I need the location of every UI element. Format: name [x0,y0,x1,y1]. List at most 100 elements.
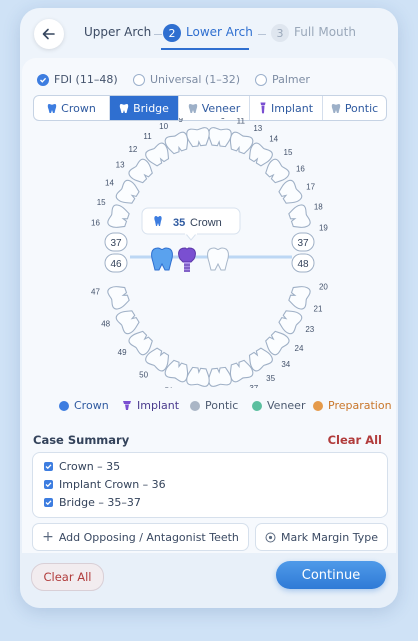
tooth-number-label: 10 [159,122,168,131]
summary-item[interactable]: Implant Crown – 36 [44,478,166,491]
tab-implant[interactable]: Implant [250,96,323,120]
tooth-icon [47,103,57,113]
tooth-number-label: 8 [203,118,208,120]
legend-crown: Crown [59,399,109,412]
summary-item-label: Implant Crown – 36 [59,478,166,491]
tooth-badge-right[interactable]: 37 [291,232,315,252]
legend-dot [313,400,323,411]
tooth-number-label: 34 [281,360,290,369]
arch-tooth[interactable] [208,127,232,148]
svg-text:37: 37 [297,238,309,249]
arch-tooth[interactable] [287,204,311,231]
dental-arch-chart: 1615141312111098911131415161718192021232… [91,118,328,388]
tab-label: Bridge [133,101,169,115]
arch-tooth[interactable] [107,204,131,231]
tooth-number-label: 47 [91,287,100,296]
tooth-number-label: 49 [118,348,127,357]
tab-veneer[interactable]: Veneer [179,96,250,120]
tooth-number-label: 51 [165,386,174,388]
arch-tooth[interactable] [287,283,311,310]
tooltip-tooth-number: 35 [173,217,185,229]
tooth-number-label: 20 [319,283,328,292]
tooth-number-label: 19 [319,224,328,233]
tooth-badge-left[interactable]: 46 [104,253,128,273]
arch-tooth[interactable] [107,283,131,310]
tooth-37-pontic[interactable] [207,247,229,271]
tab-label: Pontic [344,101,379,115]
tooth-number-label: 48 [101,320,110,329]
tab-label: Crown [61,101,96,115]
step-number: 3 [271,24,289,42]
arch-tooth[interactable] [277,179,304,207]
tooth-number-label: 16 [296,164,305,173]
button-label: Add Opposing / Antagonist Teeth [58,530,239,544]
summary-item-label: Bridge – 35–37 [59,496,141,509]
radio-icon [255,73,267,86]
tab-label: Implant [270,101,314,115]
implant-icon [260,102,266,114]
tooth-number-label: 17 [306,183,315,192]
arch-tooth[interactable] [115,179,142,207]
tooth-number-label: 23 [305,325,314,334]
tab-label: Veneer [201,101,241,115]
app-window: Upper Arch 2 Lower Arch 3 Full Mouth FDI… [20,8,398,608]
tooth-badge-left[interactable]: 37 [104,232,128,252]
mark-margin-type-button[interactable]: Mark Margin Type [255,523,388,551]
radio-checked-icon [37,73,49,86]
summary-item[interactable]: Bridge – 35–37 [44,496,141,509]
tooth-number-label: 35 [266,374,275,383]
legend-dot [59,400,69,411]
tab-bridge[interactable]: Bridge [110,96,179,120]
tab-pontic[interactable]: Pontic [323,96,386,120]
radio-icon [133,73,145,86]
notation-fdi[interactable]: FDI (11–48) [37,73,118,86]
step-number-active: 2 [163,24,181,42]
tooltip: 35 Crown [141,207,241,241]
step-full-mouth[interactable]: Full Mouth [294,25,356,39]
summary-item[interactable]: Crown – 35 [44,460,120,473]
footer-clear-all-button[interactable]: Clear All [31,563,104,591]
legend-label: Pontic [205,399,239,412]
arch-tooth[interactable] [277,307,304,335]
add-opposing-teeth-button[interactable]: + Add Opposing / Antagonist Teeth [32,523,249,551]
header-stepper: Upper Arch 2 Lower Arch 3 Full Mouth [20,8,398,58]
tooth-number-label: 14 [105,178,114,187]
step-divider [154,34,162,35]
tooth-badge-right[interactable]: 48 [291,253,315,273]
legend-dot [190,400,200,411]
tooth-number-label: 37 [249,384,258,388]
notation-universal[interactable]: Universal (1–32) [133,73,240,86]
tab-crown[interactable]: Crown [34,96,110,120]
notation-palmer[interactable]: Palmer [255,73,310,86]
tooth-number-label: 18 [314,202,323,211]
tooth-number-label: 15 [97,198,106,207]
step-lower-arch[interactable]: Lower Arch [186,25,253,39]
svg-text:46: 46 [110,259,122,270]
back-button[interactable] [34,19,64,49]
arch-tooth[interactable] [186,366,210,387]
legend-label: Crown [74,399,109,412]
tooth-36-implant[interactable] [178,247,196,272]
legend-label: Preparation [328,399,392,412]
continue-button[interactable]: Continue [276,561,386,589]
tooth-icon [119,103,129,113]
clear-all-link[interactable]: Clear All [328,433,382,447]
implant-icon [123,401,131,410]
notation-label: Universal (1–32) [150,73,240,86]
target-icon [265,532,276,542]
case-summary-list: Crown – 35 Implant Crown – 36 Bridge – 3… [32,452,388,518]
step-upper-arch[interactable]: Upper Arch [84,25,151,39]
legend-label: Veneer [267,399,306,412]
tooth-number-label: 9 [178,118,183,124]
checkbox-checked-icon [44,480,53,489]
svg-text:37: 37 [110,238,122,249]
legend-implant: Implant [122,399,179,412]
arch-tooth[interactable] [186,127,210,148]
legend-veneer: Veneer [252,399,305,412]
tooth-number-label: 11 [143,132,152,141]
tooth-number-label: 11 [237,118,246,125]
tooth-icon [188,103,197,113]
arch-tooth[interactable] [115,307,142,335]
arch-tooth[interactable] [208,366,232,387]
tooth-35-crown[interactable] [151,247,173,271]
